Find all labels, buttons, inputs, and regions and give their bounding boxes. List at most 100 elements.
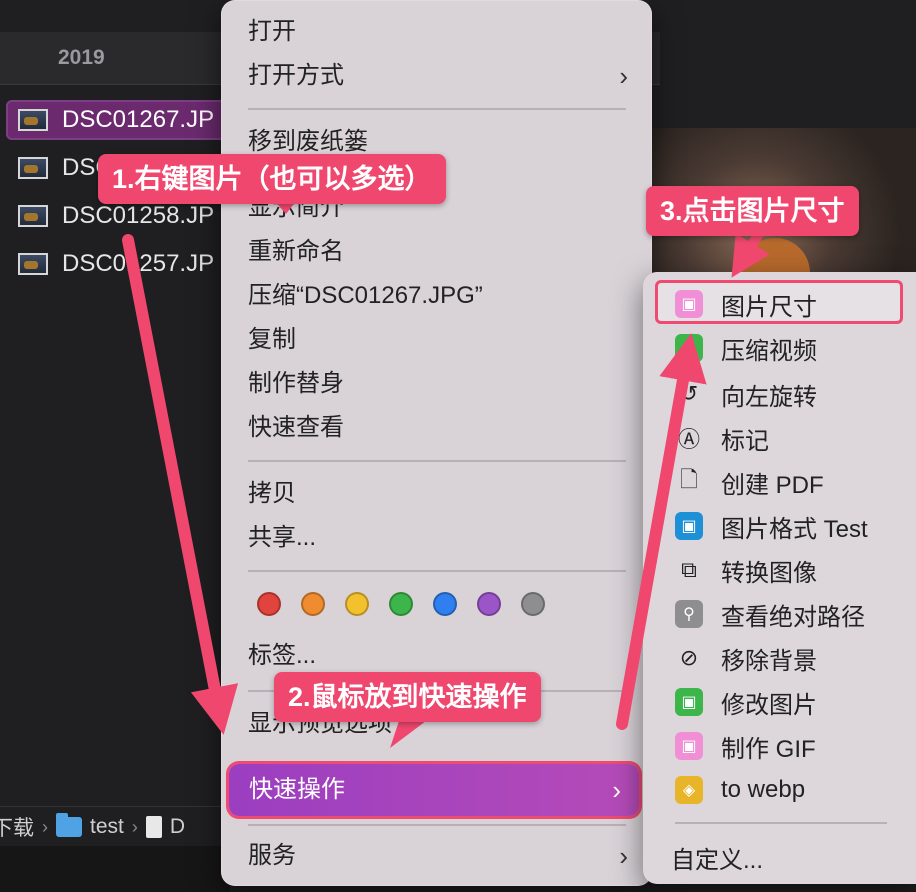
chevron-right-icon: ›	[612, 775, 621, 805]
quick-actions-submenu: ▣ 图片尺寸 ▭ 压缩视频 ↺ 向左旋转 Ⓐ 标记 🗋 创建 PDF ▣ 图片格…	[643, 272, 916, 884]
tag-color-red[interactable]	[257, 592, 281, 616]
folder-icon	[56, 813, 82, 837]
tag-color-blue[interactable]	[433, 592, 457, 616]
submenu-item-label: 向左旋转	[721, 383, 817, 411]
convert-image-icon: ⧉	[681, 557, 697, 582]
to-webp-icon: ◈	[675, 776, 703, 804]
submenu-item-image-size[interactable]: ▣ 图片尺寸	[675, 286, 915, 322]
submenu-item-label: 转换图像	[721, 559, 817, 587]
menu-separator	[248, 570, 626, 572]
path-separator: ›	[42, 816, 48, 837]
image-thumbnail-icon	[18, 109, 48, 131]
menu-item-label: 重新命名	[248, 238, 344, 265]
menu-item-label: 共享...	[248, 524, 317, 551]
submenu-item-convert-image[interactable]: ⧉ 转换图像	[675, 552, 915, 588]
submenu-item-create-pdf[interactable]: 🗋 创建 PDF	[675, 464, 915, 500]
submenu-item-to-webp[interactable]: ◈ to webp	[675, 772, 915, 808]
tag-color-orange[interactable]	[301, 592, 325, 616]
create-pdf-icon: 🗋	[680, 467, 698, 492]
menu-item-label: 移到废纸篓	[248, 128, 368, 155]
menu-item-label: 打开	[248, 18, 296, 45]
menu-item-services[interactable]: 服务 ›	[248, 838, 628, 874]
image-thumbnail-icon	[18, 157, 48, 179]
submenu-item-label: 图片尺寸	[721, 293, 817, 321]
menu-item-label: 拷贝	[248, 480, 296, 507]
menu-item-share[interactable]: 共享...	[248, 520, 628, 556]
context-menu: 打开 打开方式 › 移到废纸篓 显示简介 重新命名 压缩“DSC01267.JP…	[221, 0, 652, 886]
remove-background-icon: ⊘	[679, 645, 699, 670]
menu-item-compress[interactable]: 压缩“DSC01267.JPG”	[248, 278, 628, 314]
submenu-item-make-gif[interactable]: ▣ 制作 GIF	[675, 728, 915, 764]
submenu-item-edit-image[interactable]: ▣ 修改图片	[675, 684, 915, 720]
menu-item-duplicate[interactable]: 复制	[248, 322, 628, 358]
file-name: DSC01267.JP	[62, 106, 215, 133]
menu-item-quick-look[interactable]: 快速查看	[248, 410, 628, 446]
path-item-file[interactable]: D	[170, 815, 185, 839]
submenu-separator	[675, 822, 887, 824]
image-thumbnail-icon	[18, 205, 48, 227]
menu-item-copy[interactable]: 拷贝	[248, 476, 628, 512]
menu-item-label: 压缩“DSC01267.JPG”	[248, 282, 483, 309]
menu-item-label: 标签...	[248, 642, 317, 669]
document-icon	[145, 816, 162, 838]
status-strip	[0, 846, 230, 892]
tag-color-gray[interactable]	[521, 592, 545, 616]
menu-item-open-with[interactable]: 打开方式 ›	[248, 58, 628, 94]
submenu-item-label: 移除背景	[721, 647, 817, 675]
annotation-step1: 1.右键图片（也可以多选）	[98, 154, 446, 204]
file-row[interactable]: DSC01257.JP	[6, 244, 246, 284]
image-format-icon: ▣	[675, 512, 703, 540]
submenu-item-label: 查看绝对路径	[721, 603, 865, 631]
submenu-item-rotate-left[interactable]: ↺ 向左旋转	[675, 376, 915, 412]
path-item-downloads[interactable]: 下载	[0, 812, 34, 842]
menu-item-open[interactable]: 打开	[248, 14, 628, 50]
annotation-step3: 3.点击图片尺寸	[646, 186, 859, 236]
menu-item-rename[interactable]: 重新命名	[248, 234, 628, 270]
file-row-selected[interactable]: DSC01267.JP	[6, 100, 246, 140]
make-gif-icon: ▣	[675, 732, 703, 760]
file-name: DSC01257.JP	[62, 250, 215, 277]
annotation-step2: 2.鼠标放到快速操作	[274, 672, 541, 722]
submenu-item-label: 图片格式 Test	[721, 515, 868, 543]
submenu-item-customize[interactable]: 自定义...	[671, 840, 763, 875]
tag-color-green[interactable]	[389, 592, 413, 616]
path-bar: 下载 › test › D	[0, 806, 230, 847]
submenu-item-label: 修改图片	[721, 691, 817, 719]
menu-separator	[248, 108, 626, 110]
menu-item-label: 快速查看	[248, 414, 344, 441]
menu-item-quick-actions[interactable]: 快速操作 ›	[229, 764, 639, 816]
submenu-item-markup[interactable]: Ⓐ 标记	[675, 420, 915, 456]
path-separator: ›	[131, 816, 138, 837]
menu-item-label: 复制	[248, 326, 296, 353]
submenu-item-label: 创建 PDF	[721, 471, 824, 499]
submenu-item-compress-video[interactable]: ▭ 压缩视频	[675, 330, 915, 366]
menu-item-make-alias[interactable]: 制作替身	[248, 366, 628, 402]
edit-image-icon: ▣	[675, 688, 703, 716]
submenu-item-label: to webp	[721, 776, 806, 803]
menu-separator	[248, 824, 626, 826]
submenu-item-absolute-path[interactable]: ⚲ 查看绝对路径	[675, 596, 915, 632]
menu-item-tags[interactable]: 标签...	[248, 638, 628, 674]
tag-colors	[257, 592, 545, 616]
menu-item-label: 制作替身	[248, 370, 344, 397]
menu-item-label: 服务	[248, 842, 296, 869]
submenu-item-label: 制作 GIF	[721, 735, 816, 763]
markup-icon: Ⓐ	[677, 427, 700, 452]
menu-separator	[248, 460, 626, 462]
submenu-item-remove-background[interactable]: ⊘ 移除背景	[675, 640, 915, 676]
submenu-item-label: 标记	[721, 427, 769, 455]
rotate-left-icon: ↺	[679, 381, 699, 406]
chevron-right-icon: ›	[619, 841, 628, 871]
column-header-year: 2019	[58, 46, 105, 69]
absolute-path-icon: ⚲	[675, 600, 703, 628]
image-thumbnail-icon	[18, 253, 48, 275]
menu-item-label: 打开方式	[248, 62, 344, 89]
path-item-test[interactable]: test	[90, 815, 124, 839]
compress-video-icon: ▭	[675, 334, 703, 362]
submenu-item-image-format[interactable]: ▣ 图片格式 Test	[675, 508, 915, 544]
tag-color-purple[interactable]	[477, 592, 501, 616]
file-name: DSC01258.JP	[62, 202, 215, 229]
menu-item-label: 快速操作	[249, 776, 345, 803]
submenu-item-label: 压缩视频	[721, 337, 817, 365]
tag-color-yellow[interactable]	[345, 592, 369, 616]
